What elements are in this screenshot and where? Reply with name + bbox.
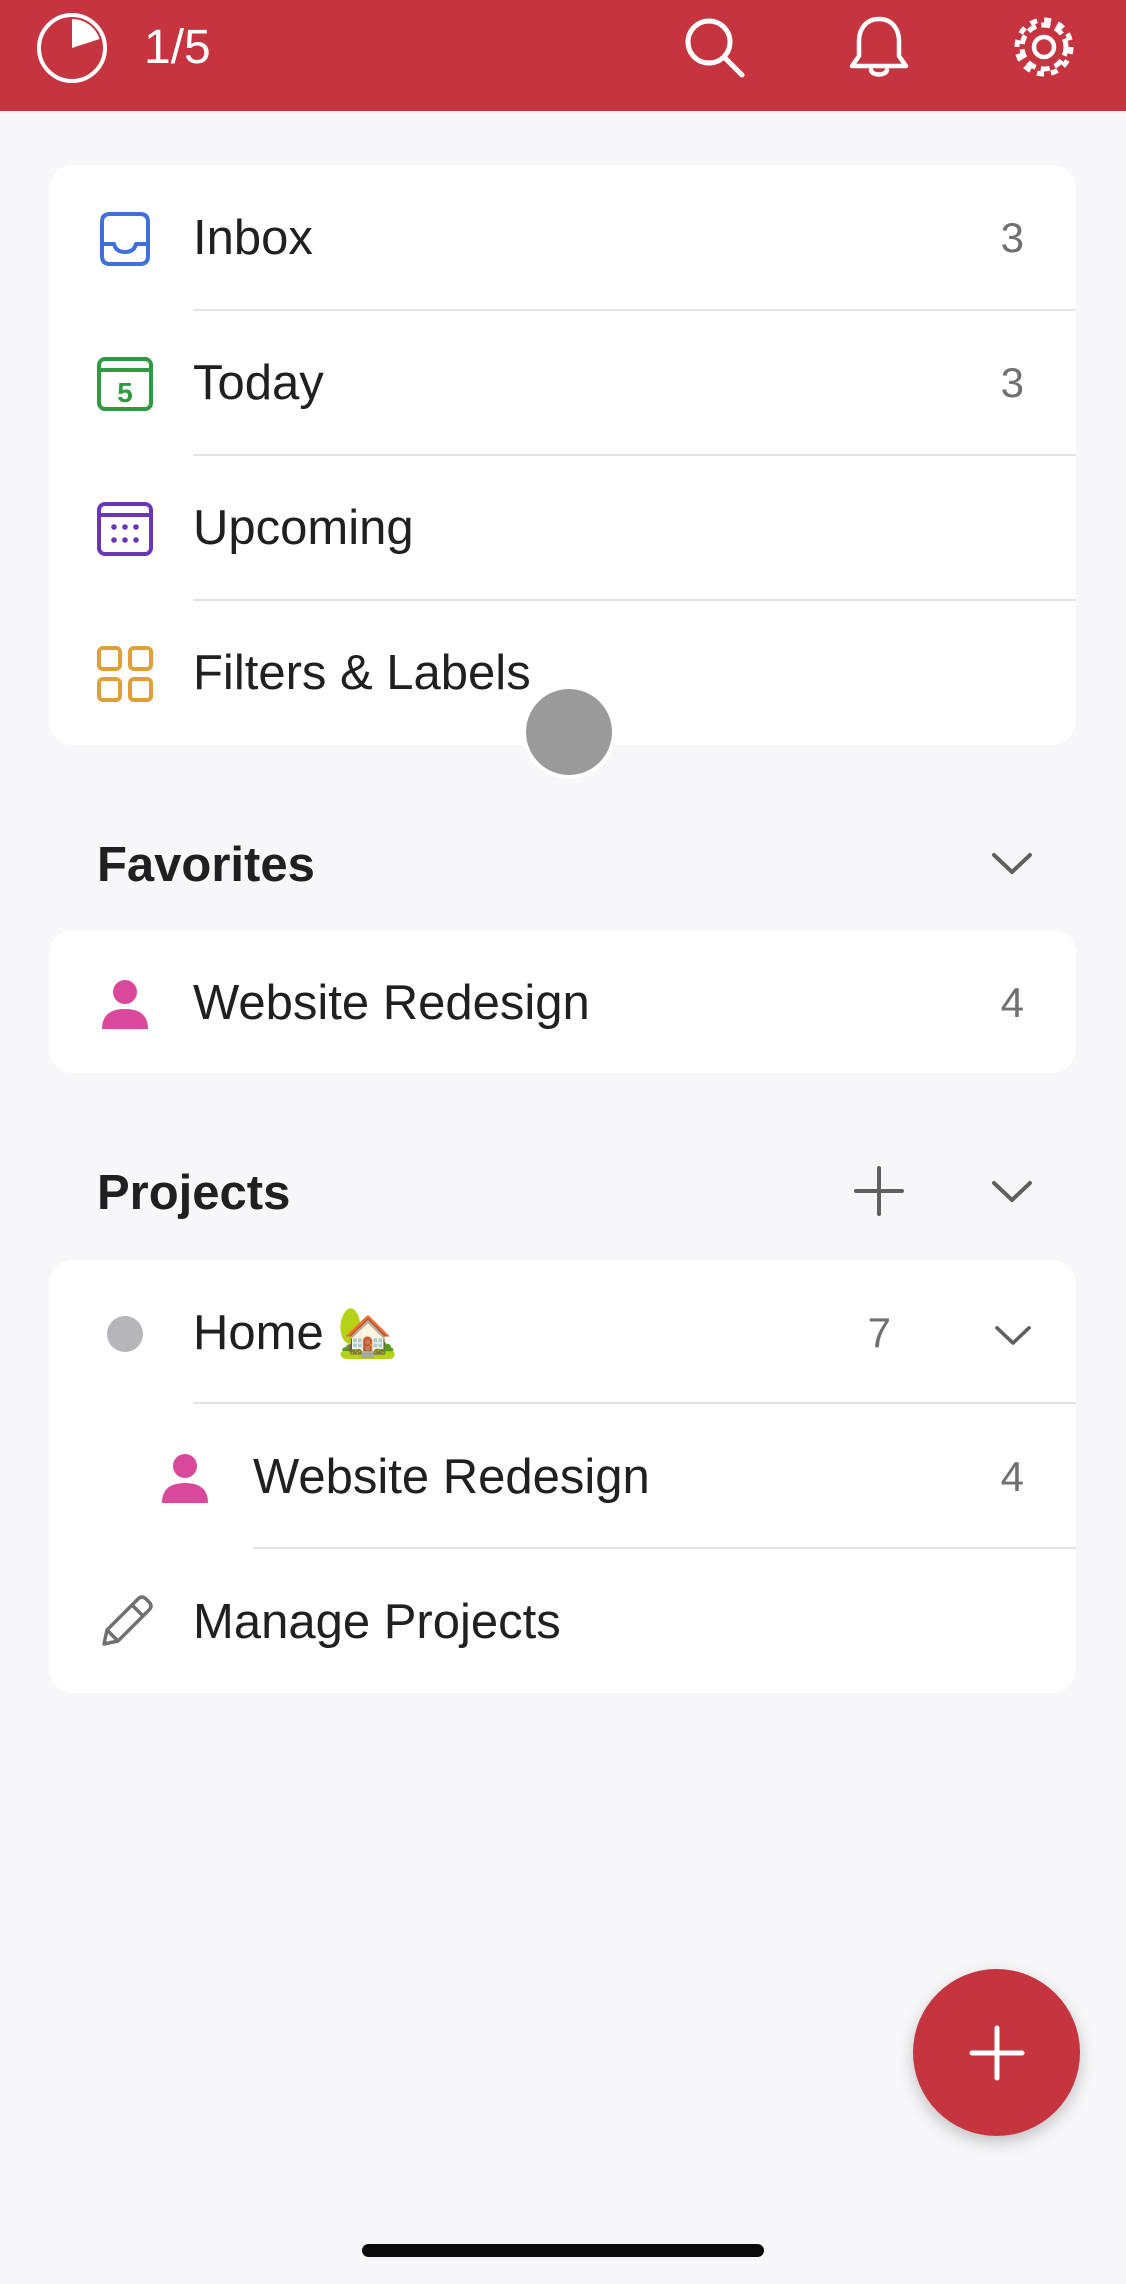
- nav-label: Inbox: [193, 211, 313, 265]
- plus-icon: [969, 2025, 1025, 2081]
- project-item-website-redesign[interactable]: Website Redesign 4: [49, 1404, 1076, 1549]
- project-label: Website Redesign: [193, 976, 590, 1030]
- favorites-card: Website Redesign 4: [49, 930, 1076, 1073]
- task-count: 7: [867, 1309, 891, 1356]
- task-count: 3: [1000, 214, 1024, 261]
- manage-projects-button[interactable]: Manage Projects: [49, 1549, 1076, 1693]
- top-bar: 1/5: [0, 0, 1126, 111]
- gear-icon[interactable]: [1009, 12, 1079, 82]
- main-nav-card: Inbox 3 5 Today 3 Upcoming Filters & Lab…: [49, 165, 1076, 745]
- favorites-title: Favorites: [97, 838, 315, 892]
- chevron-down-icon[interactable]: [988, 1310, 1038, 1360]
- home-indicator[interactable]: [362, 2244, 764, 2257]
- manage-projects-label: Manage Projects: [193, 1595, 561, 1649]
- nav-label: Filters & Labels: [193, 646, 531, 700]
- person-icon: [102, 980, 148, 1029]
- dot-icon: [107, 1316, 143, 1352]
- task-count: 4: [1000, 1453, 1024, 1500]
- progress-icon[interactable]: [35, 11, 109, 85]
- inbox-icon: [100, 212, 150, 266]
- project-label: Website Redesign: [253, 1450, 650, 1504]
- nav-label: Today: [193, 356, 324, 410]
- task-count: 3: [1000, 359, 1024, 406]
- projects-title: Projects: [97, 1166, 291, 1220]
- plus-icon[interactable]: [851, 1163, 907, 1219]
- calendar-today-icon: 5: [97, 357, 153, 411]
- chevron-down-icon[interactable]: [984, 835, 1040, 891]
- grid-icon: [97, 646, 153, 702]
- task-count: 4: [1000, 979, 1024, 1026]
- pencil-icon: [102, 1595, 153, 1646]
- nav-label: Upcoming: [193, 501, 414, 555]
- project-label: Home 🏡: [193, 1306, 399, 1360]
- nav-item-today[interactable]: 5 Today 3: [49, 310, 1076, 455]
- favorite-item[interactable]: Website Redesign 4: [49, 930, 1076, 1073]
- progress-count[interactable]: 1/5: [144, 18, 211, 78]
- nav-item-inbox[interactable]: Inbox 3: [49, 165, 1076, 310]
- projects-card: Home 🏡 7 Website Redesign 4 Manage Proje…: [49, 1260, 1076, 1693]
- nav-item-upcoming[interactable]: Upcoming: [49, 455, 1076, 600]
- person-icon: [162, 1454, 208, 1503]
- search-icon[interactable]: [679, 12, 749, 82]
- touch-indicator: [526, 689, 612, 775]
- bell-icon[interactable]: [844, 12, 914, 82]
- add-task-button[interactable]: [913, 1969, 1080, 2136]
- calendar-upcoming-icon: [97, 502, 153, 556]
- chevron-down-icon[interactable]: [984, 1163, 1040, 1219]
- project-item-home[interactable]: Home 🏡 7: [49, 1260, 1076, 1405]
- calendar-day-number: 5: [117, 377, 133, 408]
